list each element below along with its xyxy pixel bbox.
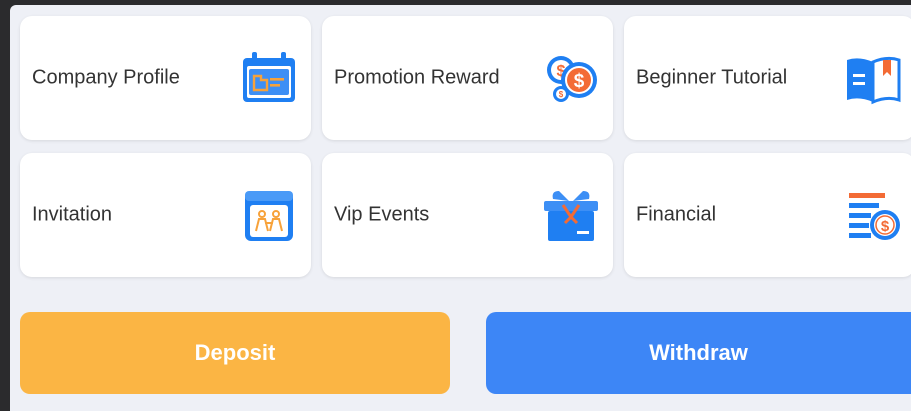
card-label: Invitation [32,203,113,226]
coins-icon: $ $ $ [539,46,603,110]
svg-text:$: $ [559,90,564,99]
menu-panel: Company Profile Promotion Reward $ $ $ B… [10,5,911,411]
deposit-button[interactable]: Deposit [20,312,450,394]
card-label: Promotion Reward [334,66,500,89]
card-invitation[interactable]: Invitation [20,153,311,277]
card-label: Beginner Tutorial [636,66,788,89]
withdraw-button[interactable]: Withdraw [486,312,911,394]
card-beginner-tutorial[interactable]: Beginner Tutorial [624,16,911,140]
card-vip-events[interactable]: Vip Events [322,153,613,277]
card-label: Company Profile [32,66,180,89]
card-label: Vip Events [334,203,430,226]
gift-box-icon [539,183,603,247]
svg-text:$: $ [574,71,585,92]
card-label: Financial [636,203,717,226]
company-profile-icon [237,46,301,110]
svg-text:$: $ [881,218,890,235]
card-promotion-reward[interactable]: Promotion Reward $ $ $ [322,16,613,140]
card-financial[interactable]: Financial $ [624,153,911,277]
financial-icon: $ [841,183,905,247]
open-book-icon [841,46,905,110]
card-company-profile[interactable]: Company Profile [20,16,311,140]
invitation-icon [237,183,301,247]
